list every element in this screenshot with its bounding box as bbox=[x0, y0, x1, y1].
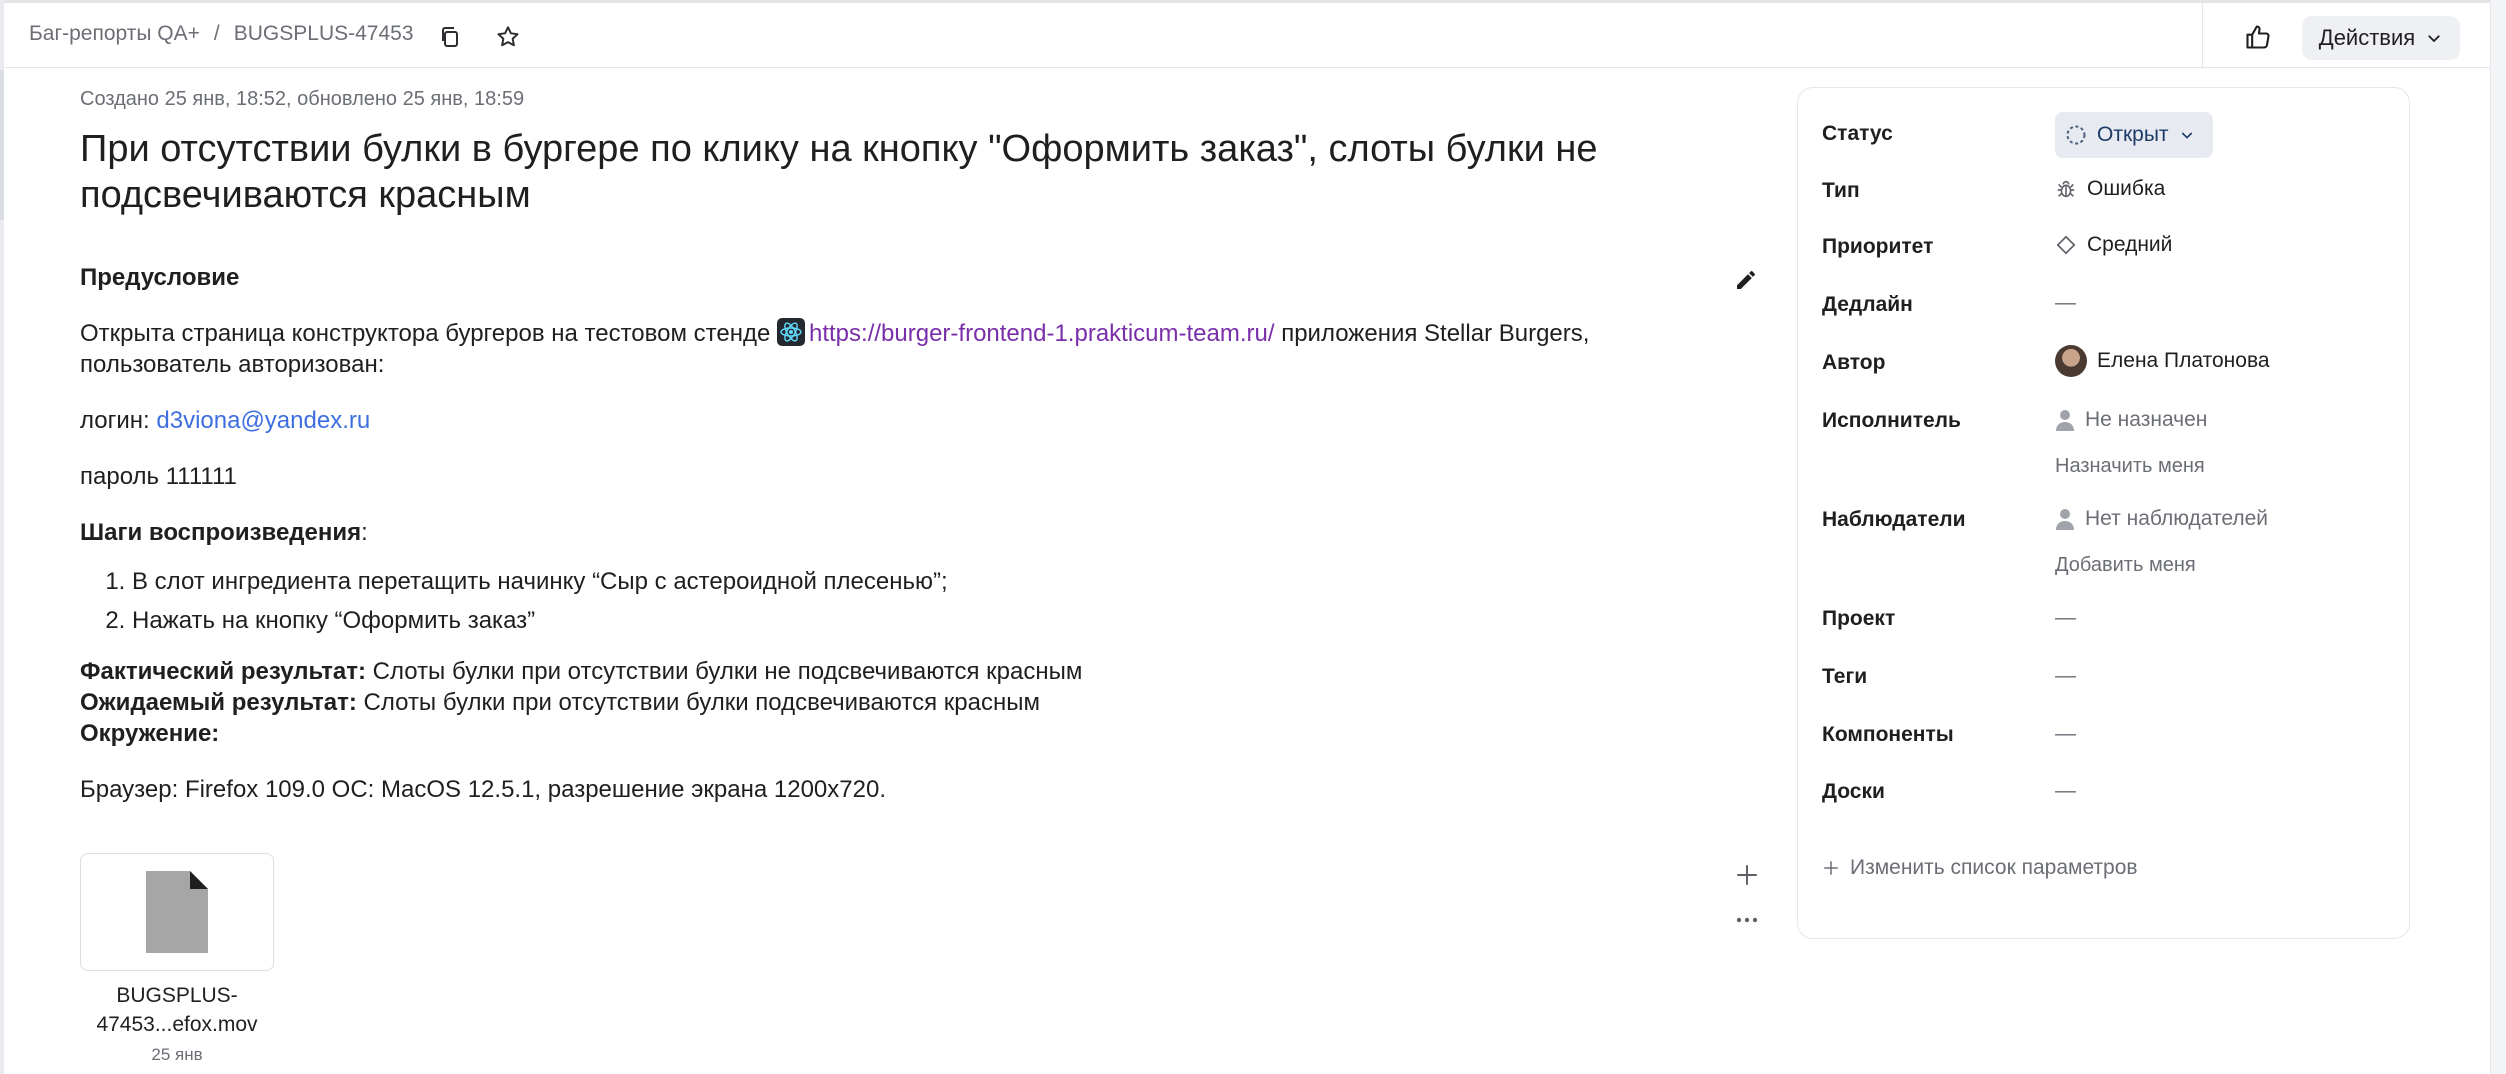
deadline-value[interactable]: — bbox=[2055, 291, 2076, 315]
attachment-date: 25 янв bbox=[151, 1045, 203, 1064]
priority-field[interactable]: Средний bbox=[2055, 233, 2172, 257]
issue-fields-panel: Статус Открыт Тип Ошибка Приоритет Средн… bbox=[1797, 87, 2410, 939]
project-label: Проект bbox=[1822, 607, 1896, 630]
chevron-down-icon bbox=[2181, 132, 2192, 139]
change-params-button[interactable]: Изменить список параметров bbox=[1822, 856, 2138, 880]
chevron-down-icon bbox=[2428, 35, 2441, 43]
type-label: Тип bbox=[1822, 179, 1860, 202]
author-avatar bbox=[2055, 345, 2087, 377]
password-line: пароль 111111 bbox=[80, 463, 237, 490]
step-item: В слот ингредиента перетащить начинку “С… bbox=[132, 566, 1720, 597]
status-dropdown[interactable]: Открыт bbox=[2055, 112, 2213, 158]
components-value[interactable]: — bbox=[2055, 722, 2076, 746]
status-value: Открыт bbox=[2097, 123, 2169, 146]
precondition-text: Открыта страница конструктора бургеров н… bbox=[80, 318, 1590, 378]
followers-field[interactable]: Нет наблюдателей bbox=[2055, 507, 2268, 531]
issue-title[interactable]: При отсутствии булки в бургере по клику … bbox=[80, 126, 1700, 218]
project-value[interactable]: — bbox=[2055, 606, 2076, 630]
actions-label: Действия bbox=[2318, 25, 2416, 50]
attachment-name: BUGSPLUS- 47453...efox.mov bbox=[96, 984, 258, 1036]
scrollbar[interactable] bbox=[2490, 0, 2506, 1074]
environment-heading: Окружение: bbox=[80, 720, 220, 747]
top-bar: Баг-репорты QA+ / BUGSPLUS-47453 Действи… bbox=[4, 0, 2490, 69]
attachment-card[interactable] bbox=[80, 853, 274, 971]
boards-label: Доски bbox=[1822, 780, 1885, 803]
breadcrumb-separator: / bbox=[213, 22, 220, 45]
attachment[interactable]: BUGSPLUS- 47453...efox.mov 25 янв bbox=[80, 853, 274, 1065]
react-logo-icon bbox=[777, 318, 805, 346]
steps-heading: Шаги воспроизведения: bbox=[80, 519, 368, 546]
components-label: Компоненты bbox=[1822, 723, 1954, 746]
environment-text: Браузер: Firefox 109.0 ОС: MacOS 12.5.1,… bbox=[80, 776, 886, 803]
toolbar-divider bbox=[2202, 3, 2203, 69]
issue-meta: Создано 25 янв, 18:52, обновлено 25 янв,… bbox=[80, 88, 525, 110]
actual-result: Фактический результат: Слоты булки при о… bbox=[80, 658, 1083, 685]
followers-label: Наблюдатели bbox=[1822, 508, 1966, 531]
add-icon[interactable] bbox=[1732, 860, 1762, 890]
precondition-heading: Предусловие bbox=[80, 264, 240, 291]
boards-value[interactable]: — bbox=[2055, 779, 2076, 803]
plus-icon bbox=[1824, 861, 1838, 875]
login-line: логин: d3viona@yandex.ru bbox=[80, 407, 371, 434]
file-icon bbox=[146, 871, 208, 953]
edit-description-icon[interactable] bbox=[1734, 268, 1762, 296]
author-field[interactable]: Елена Платонова bbox=[2055, 345, 2270, 377]
copy-icon[interactable] bbox=[434, 21, 466, 53]
deadline-label: Дедлайн bbox=[1822, 293, 1913, 316]
step-item: Нажать на кнопку “Оформить заказ” bbox=[132, 605, 1720, 636]
assign-me-link[interactable]: Назначить меня bbox=[2055, 455, 2205, 478]
issue-description: Предусловие Открыта страница конструктор… bbox=[80, 262, 1720, 830]
tags-label: Теги bbox=[1822, 665, 1868, 688]
thumbs-up-icon[interactable] bbox=[2242, 21, 2274, 53]
star-icon[interactable] bbox=[492, 21, 524, 53]
more-icon[interactable] bbox=[1732, 908, 1762, 932]
tags-value[interactable]: — bbox=[2055, 664, 2076, 688]
breadcrumb-issue-key[interactable]: BUGSPLUS-47453 bbox=[234, 22, 414, 46]
steps-list: В слот ингредиента перетащить начинку “С… bbox=[80, 566, 1720, 636]
expected-result: Ожидаемый результат: Слоты булки при отс… bbox=[80, 689, 1040, 716]
actions-button[interactable]: Действия bbox=[2302, 16, 2460, 60]
status-open-icon bbox=[2066, 125, 2086, 145]
add-me-link[interactable]: Добавить меня bbox=[2055, 554, 2196, 577]
login-email-link[interactable]: d3viona@yandex.ru bbox=[156, 407, 370, 434]
breadcrumb-queue[interactable]: Баг-репорты QA+ bbox=[29, 22, 200, 46]
assignee-field[interactable]: Не назначен bbox=[2055, 408, 2207, 432]
breadcrumb: Баг-репорты QA+ / BUGSPLUS-47453 bbox=[29, 22, 414, 46]
priority-label: Приоритет bbox=[1822, 235, 1934, 258]
person-icon bbox=[2056, 410, 2074, 431]
person-icon bbox=[2056, 509, 2074, 530]
assignee-label: Исполнитель bbox=[1822, 409, 1961, 432]
priority-diamond-icon bbox=[2056, 235, 2076, 255]
window-left-edge-shade bbox=[0, 70, 4, 220]
bug-icon bbox=[2057, 180, 2075, 198]
author-label: Автор bbox=[1822, 351, 1886, 374]
stand-link[interactable]: https://burger-frontend-1.prakticum-team… bbox=[809, 320, 1275, 347]
status-label: Статус bbox=[1822, 122, 1893, 145]
type-field[interactable]: Ошибка bbox=[2055, 177, 2165, 201]
